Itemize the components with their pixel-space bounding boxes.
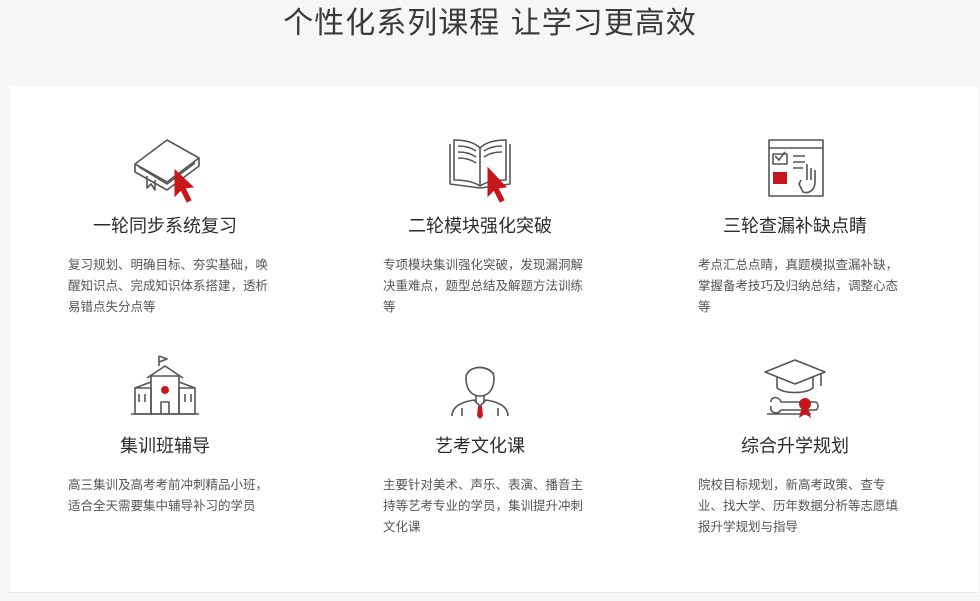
course-card-6[interactable]: 综合升学规划 院校目标规划，新高考政策、查专业、找大学、历年数据分析等志愿填报升… <box>645 354 945 574</box>
open-book-cursor-icon <box>449 139 511 203</box>
course-title: 三轮查漏补缺点睛 <box>723 216 867 237</box>
course-title: 一轮同步系统复习 <box>93 216 237 237</box>
course-card-1[interactable]: 一轮同步系统复习 复习规划、明确目标、夯实基础，唤醒知识点、完成知识体系搭建，透… <box>15 134 315 354</box>
graduation-cap-diploma-icon <box>764 359 826 418</box>
course-card-2[interactable]: 二轮模块强化突破 专项模块集训强化突破，发现漏洞解决重难点，题型总结及解题方法训… <box>330 134 630 354</box>
course-title: 二轮模块强化突破 <box>408 216 552 237</box>
course-description: 专项模块集训强化突破，发现漏洞解决重难点，题型总结及解题方法训练等 <box>383 257 584 314</box>
bottom-divider <box>10 592 978 593</box>
course-description: 考点汇总点睛，真题模拟查漏补缺，掌握备考技巧及归纳总结，调整心态等 <box>698 257 899 314</box>
page-title: 个性化系列课程 让学习更高效 <box>283 6 697 41</box>
school-building-icon <box>131 355 199 415</box>
course-card-3[interactable]: 三轮查漏补缺点睛 考点汇总点睛，真题模拟查漏补缺，掌握备考技巧及归纳总结，调整心… <box>645 134 945 354</box>
course-title: 艺考文化课 <box>435 436 525 457</box>
course-card-5[interactable]: 艺考文化课 主要针对美术、声乐、表演、播音主持等艺考专业的学员，集训提升冲刺文化… <box>330 354 630 574</box>
student-avatar-icon <box>451 366 509 419</box>
course-description: 复习规划、明确目标、夯实基础，唤醒知识点、完成知识体系搭建，透析易错点失分点等 <box>68 257 269 314</box>
course-description: 主要针对美术、声乐、表演、播音主持等艺考专业的学员，集训提升冲刺文化课 <box>383 477 584 534</box>
course-panel: 一轮同步系统复习 复习规划、明确目标、夯实基础，唤醒知识点、完成知识体系搭建，透… <box>10 86 978 592</box>
course-title: 综合升学规划 <box>741 436 849 457</box>
course-title: 集训班辅导 <box>120 436 210 457</box>
course-description: 院校目标规划，新高考政策、查专业、找大学、历年数据分析等志愿填报升学规划与指导 <box>698 477 899 534</box>
course-description: 高三集训及高考考前冲刺精品小班，适合全天需要集中辅导补习的学员 <box>68 477 269 513</box>
course-card-4[interactable]: 集训班辅导 高三集训及高考考前冲刺精品小班，适合全天需要集中辅导补习的学员 <box>15 354 315 574</box>
checklist-hand-icon <box>768 139 824 197</box>
book-cursor-icon <box>134 139 200 203</box>
